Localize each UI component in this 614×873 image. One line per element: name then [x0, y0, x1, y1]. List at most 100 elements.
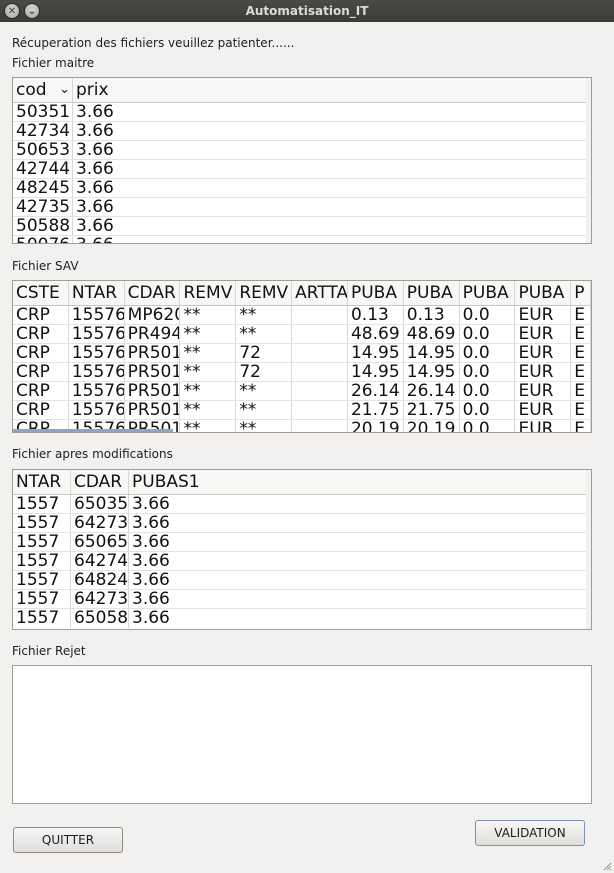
- table-cell: [292, 382, 348, 400]
- table-row[interactable]: CRP 15576 PR494 ** ** 48.69 48.69 0.0 EUR E: [13, 325, 591, 344]
- table-cell: **: [236, 401, 293, 419]
- table-cell: 15576: [69, 401, 125, 419]
- table-cell: PR494: [125, 325, 181, 343]
- table-cell: [292, 325, 348, 343]
- table-cell: CRP: [13, 306, 69, 324]
- column-header[interactable]: CDAR: [125, 281, 181, 305]
- column-header[interactable]: CSTE: [13, 281, 69, 305]
- table-row[interactable]: 15576503513.66: [13, 495, 591, 514]
- table-row[interactable]: 15576427353.66: [13, 590, 591, 609]
- table-cell: E: [571, 344, 591, 362]
- table-cell: 3.66: [129, 552, 591, 570]
- column-header[interactable]: ARTTA: [292, 281, 348, 305]
- table-row[interactable]: 15576482453.66: [13, 571, 591, 590]
- table-cell: 3.66: [129, 609, 591, 628]
- master-table-header: cod ⌄ prix: [13, 78, 591, 103]
- column-header[interactable]: REMV: [236, 281, 293, 305]
- table-cell: CRP: [13, 344, 69, 362]
- table-cell: [292, 363, 348, 381]
- column-header[interactable]: cod ⌄: [13, 78, 73, 102]
- table-row[interactable]: 42744 3.66: [13, 160, 591, 179]
- table-cell: 50076: [13, 236, 73, 243]
- table-cell: CRP: [13, 401, 69, 419]
- vertical-scrollbar[interactable]: [586, 470, 591, 629]
- table-row[interactable]: CRP 15576 PR501 ** ** 26.14 26.14 0.0 EUR E: [13, 382, 591, 401]
- vertical-scrollbar[interactable]: [586, 78, 591, 243]
- table-cell: 48245: [13, 179, 73, 197]
- table-row[interactable]: 50653 3.66: [13, 141, 591, 160]
- column-header[interactable]: CDAR: [71, 470, 129, 494]
- after-modifications-table[interactable]: NTARCDARPUBAS1 15576503513.6615576427343…: [12, 469, 592, 630]
- column-header[interactable]: NTAR: [69, 281, 125, 305]
- validation-button[interactable]: VALIDATION: [475, 820, 585, 846]
- table-cell: 15576: [69, 344, 125, 362]
- table-row[interactable]: 48245 3.66: [13, 179, 591, 198]
- table-cell: 3.66: [73, 236, 591, 243]
- table-row[interactable]: 50588 3.66: [13, 217, 591, 236]
- table-cell: E: [571, 325, 591, 343]
- table-cell: MP620: [125, 306, 181, 324]
- table-row[interactable]: 15576427343.66: [13, 514, 591, 533]
- table-row[interactable]: 42735 3.66: [13, 198, 591, 217]
- title-bar: ✕ ⌄ Automatisation_IT: [0, 0, 614, 22]
- table-cell: 14.95: [404, 344, 460, 362]
- table-row[interactable]: 15576427443.66: [13, 552, 591, 571]
- table-cell: 48.69: [404, 325, 460, 343]
- after-table-body: 15576503513.6615576427343.6615576506533.…: [13, 495, 591, 628]
- resize-grip-icon[interactable]: [602, 861, 612, 871]
- table-row[interactable]: 15576505883.66: [13, 609, 591, 628]
- minimize-icon[interactable]: ⌄: [24, 3, 40, 19]
- table-cell: 0.0: [460, 382, 516, 400]
- table-row[interactable]: CRP 15576 PR501 ** ** 21.75 21.75 0.0 EUR E: [13, 401, 591, 420]
- table-row[interactable]: CRP 15576 MP620 ** ** 0.13 0.13 0.0 EUR E: [13, 306, 591, 325]
- quit-button[interactable]: QUITTER: [13, 827, 123, 853]
- table-cell: **: [236, 306, 293, 324]
- horizontal-scrollbar[interactable]: [13, 429, 173, 432]
- table-cell: 14.95: [404, 363, 460, 381]
- sav-table-body: CRP 15576 MP620 ** ** 0.13 0.13 0.0 EUR E CRP 15576…: [13, 306, 591, 432]
- table-cell: [292, 306, 348, 324]
- column-header[interactable]: NTAR: [13, 470, 71, 494]
- column-header[interactable]: PUBA: [460, 281, 516, 305]
- column-header[interactable]: PUBA: [515, 281, 572, 305]
- table-row[interactable]: 15576506533.66: [13, 533, 591, 552]
- table-cell: 50351: [13, 103, 73, 121]
- table-cell: **: [236, 420, 293, 432]
- table-row[interactable]: CRP 15576 PR501 ** 72 14.95 14.95 0.0 EUR E: [13, 363, 591, 382]
- section-label-after: Fichier apres modifications: [12, 447, 173, 461]
- chevron-down-icon[interactable]: ⌄: [59, 78, 70, 102]
- column-header[interactable]: P: [571, 281, 591, 305]
- reject-textarea[interactable]: [12, 665, 592, 804]
- master-table[interactable]: cod ⌄ prix 50351 3.66 42734 3.66 50653 3.66 42…: [12, 77, 592, 244]
- table-cell: 650588: [71, 609, 129, 628]
- table-cell: 642744: [71, 552, 129, 570]
- master-table-body: 50351 3.66 42734 3.66 50653 3.66 42744 3.66 4824…: [13, 103, 591, 243]
- table-cell: CRP: [13, 363, 69, 381]
- table-cell: 21.75: [348, 401, 404, 419]
- column-header[interactable]: PUBA: [348, 281, 404, 305]
- table-row[interactable]: 42734 3.66: [13, 122, 591, 141]
- table-cell: 3.66: [129, 514, 591, 532]
- table-cell: 15576: [69, 325, 125, 343]
- table-row[interactable]: CRP 15576 PR501 ** 72 14.95 14.95 0.0 EUR E: [13, 344, 591, 363]
- table-row[interactable]: 500763.66: [13, 236, 591, 243]
- sav-table[interactable]: CSTE NTAR CDAR REMV REMV ARTTA PUBA PUBA PUBA PUB…: [12, 280, 592, 433]
- table-cell: 1557: [13, 609, 71, 628]
- table-row[interactable]: 50351 3.66: [13, 103, 591, 122]
- column-header[interactable]: PUBAS1: [129, 470, 591, 494]
- section-label-sav: Fichier SAV: [12, 259, 79, 273]
- column-header[interactable]: prix: [73, 78, 591, 102]
- close-icon[interactable]: ✕: [4, 3, 20, 19]
- table-cell: 1557: [13, 495, 71, 513]
- table-cell: **: [180, 306, 237, 324]
- column-header[interactable]: REMV: [180, 281, 237, 305]
- table-cell: 1557: [13, 571, 71, 589]
- table-cell: 0.0: [460, 363, 516, 381]
- window-title: Automatisation_IT: [245, 4, 369, 18]
- table-cell: 15576: [69, 382, 125, 400]
- column-header[interactable]: PUBA: [404, 281, 460, 305]
- table-cell: 15576: [69, 363, 125, 381]
- section-label-reject: Fichier Rejet: [12, 644, 86, 658]
- table-cell: 0.0: [460, 306, 516, 324]
- table-cell: **: [236, 325, 293, 343]
